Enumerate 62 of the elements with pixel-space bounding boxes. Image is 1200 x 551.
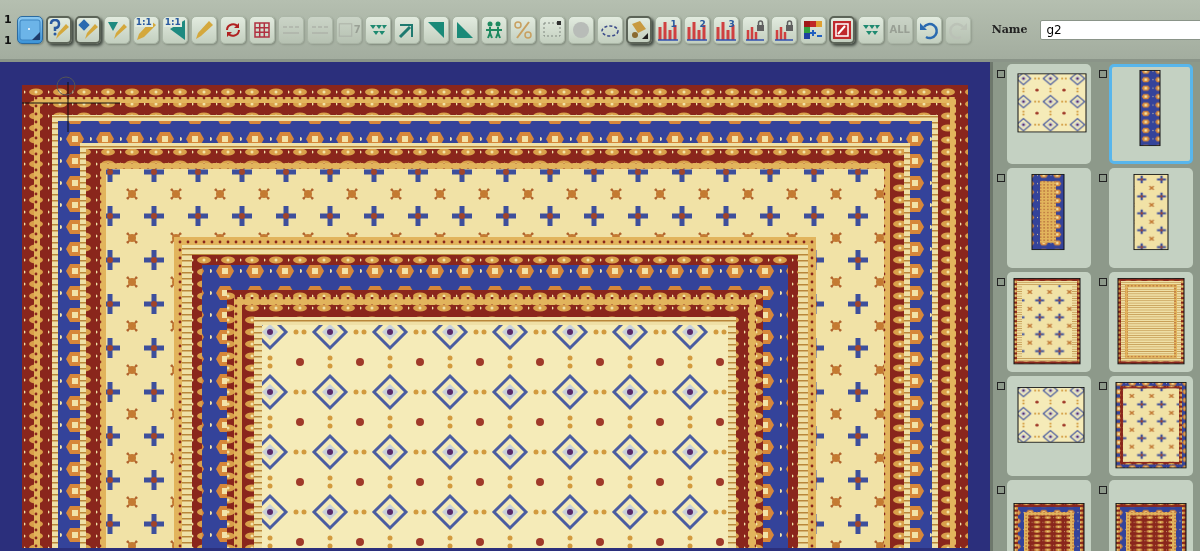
scale-triangle-tool-button[interactable]: 1:1 (161, 15, 188, 44)
bucket-tool-button[interactable] (625, 15, 652, 44)
arrows-tool-button[interactable] (364, 15, 391, 44)
pattern-thumbnail-drawing (1017, 387, 1085, 443)
checkbox[interactable] (1098, 486, 1107, 494)
refresh-tool-button[interactable] (219, 15, 246, 44)
pattern-thumbnail[interactable] (1007, 376, 1091, 476)
pattern-thumbnail[interactable] (1108, 64, 1193, 164)
name-input-field[interactable]: g2 (1040, 19, 1200, 40)
bars-lock-tool-button[interactable] (741, 15, 768, 44)
arrows-tool-button[interactable] (857, 15, 884, 44)
palette-tool-button[interactable] (799, 15, 826, 44)
pattern-thumbnail[interactable] (1108, 168, 1193, 268)
tile-icon (18, 18, 41, 41)
undo-tool-button[interactable] (915, 15, 942, 44)
pattern-thumbnail[interactable] (1108, 376, 1193, 476)
pattern-thumbnail[interactable] (1108, 480, 1193, 551)
pattern-thumbnail[interactable] (1007, 168, 1091, 268)
crosshair-icon (21, 76, 121, 133)
grid-tool-button[interactable] (248, 15, 275, 44)
checkbox[interactable] (1098, 278, 1107, 286)
diamond-pencil-tool-button[interactable] (74, 15, 101, 44)
checkbox[interactable] (1098, 70, 1107, 78)
checkbox[interactable] (997, 278, 1005, 286)
diagonal-tool-button[interactable] (393, 15, 420, 44)
pattern-thumbnail[interactable] (1007, 480, 1091, 551)
row-number: 1 (4, 33, 12, 47)
percent-icon (511, 18, 534, 41)
color-palette-icon (801, 18, 824, 41)
edit-tool-button[interactable] (828, 15, 855, 44)
triangle-right-tool-button[interactable] (422, 15, 449, 44)
diamond-pencil-icon (76, 18, 99, 41)
pattern-thumbnail[interactable] (1007, 64, 1091, 164)
edit-icon (830, 18, 853, 41)
checkbox[interactable] (997, 486, 1005, 494)
pattern-thumbnail-drawing (1017, 73, 1087, 133)
checkbox[interactable] (997, 70, 1005, 78)
bar-chart-lock-icon (772, 18, 795, 41)
checkbox[interactable] (1098, 382, 1107, 390)
bars-tool-button[interactable]: 1 (654, 15, 681, 44)
bar-chart-lock-icon (743, 18, 766, 41)
scale-pencil-tool-button[interactable]: 1:1 (132, 15, 159, 44)
help-pencil-tool-button[interactable] (45, 15, 72, 44)
help-pencil-icon (47, 18, 70, 41)
triangle-pencil-tool-button[interactable] (103, 15, 130, 44)
bars-tool-button[interactable]: 2 (683, 15, 710, 44)
tile-tool-button[interactable] (16, 15, 43, 44)
pattern-thumbnail-drawing (1115, 503, 1186, 551)
pattern-thumbnail[interactable] (1108, 272, 1193, 372)
triangle-left-tool-button[interactable] (451, 15, 478, 44)
people-tool-button[interactable] (480, 15, 507, 44)
loop-tool-button[interactable] (596, 15, 623, 44)
pattern-thumbnail[interactable] (1007, 272, 1091, 372)
checkbox[interactable] (1098, 174, 1107, 182)
name-label: Name (991, 23, 1028, 36)
bars-lock-tool-button[interactable] (770, 15, 797, 44)
pattern-thumbnail-drawing (1013, 503, 1085, 551)
bars-tool-button[interactable]: 3 (712, 15, 739, 44)
checkbox[interactable] (997, 174, 1005, 182)
frame-tool-button[interactable] (538, 15, 565, 44)
checkbox[interactable] (997, 382, 1005, 390)
row-number: 1 (4, 12, 12, 26)
